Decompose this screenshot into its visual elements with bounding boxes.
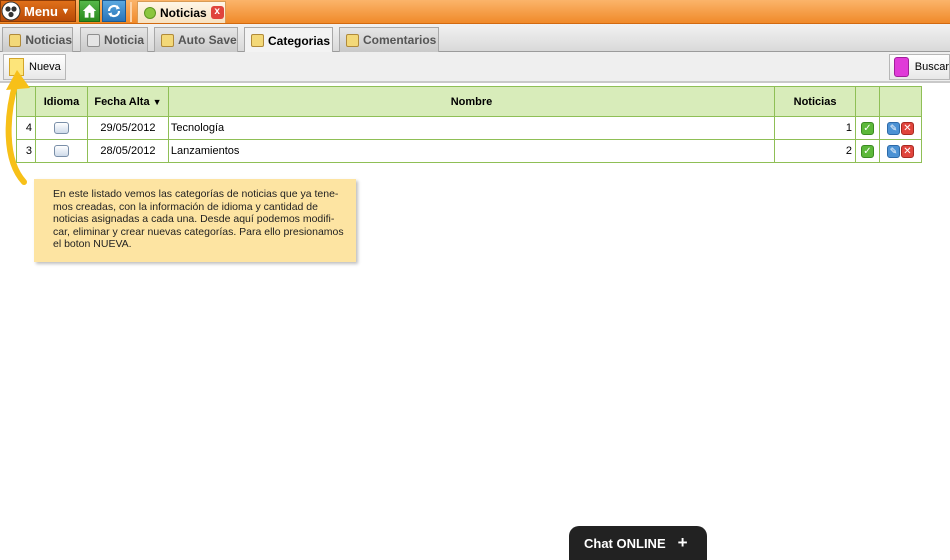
check-icon[interactable]: ✓ — [861, 121, 874, 135]
edit-icon[interactable]: ✎ — [887, 121, 900, 135]
news-module-icon — [144, 6, 156, 19]
language-flag-icon — [53, 122, 69, 135]
tab-label: Noticias — [25, 33, 72, 47]
table-row: 3 28/05/2012 Lanzamientos 2 ✓ ✎ ✕ — [16, 139, 922, 163]
search-button-label: Buscar — [914, 61, 949, 73]
tab-label: Categorias — [268, 33, 331, 48]
search-button[interactable]: Buscar — [889, 54, 950, 80]
plus-icon: + — [677, 533, 688, 552]
app-logo-icon — [1, 1, 21, 21]
column-header-noticias[interactable]: Noticias — [774, 86, 857, 117]
tab-comentarios[interactable]: Comentarios — [339, 27, 439, 52]
comment-icon — [346, 33, 359, 47]
language-flag-icon — [53, 145, 69, 158]
count-cell: 1 — [774, 116, 857, 140]
table-row: 4 29/05/2012 Tecnología 1 ✓ ✎ ✕ — [16, 116, 922, 140]
tooltip-line: En este listado vemos las categorías de … — [53, 188, 339, 200]
delete-icon[interactable]: ✕ — [901, 144, 914, 158]
chevron-down-icon: ▼ — [60, 6, 70, 16]
menu-label: Menu — [24, 3, 58, 19]
close-icon[interactable]: x — [210, 6, 224, 19]
sort-desc-icon: ▼ — [152, 96, 162, 107]
tab-label: Comentarios — [363, 33, 437, 47]
top-bar: Menu ▼ Noticias x — [0, 0, 950, 24]
table-header-row: Idioma Fecha Alta ▼ Nombre Noticias — [16, 86, 922, 117]
tab-noticia[interactable]: Noticia — [80, 27, 148, 52]
edit-icon[interactable]: ✎ — [887, 144, 900, 158]
app-tab-noticias[interactable]: Noticias x — [137, 1, 226, 23]
home-button[interactable] — [79, 0, 100, 22]
column-header-fecha-alta[interactable]: Fecha Alta ▼ — [86, 86, 169, 117]
tab-label: Auto Save — [178, 33, 237, 47]
actions-cell: ✎ ✕ — [879, 139, 922, 163]
toolbar: Nueva Buscar — [0, 52, 950, 83]
tooltip-line: mos creadas, con la información de idiom… — [53, 200, 318, 213]
delete-icon[interactable]: ✕ — [901, 121, 914, 135]
tooltip-line: car, eliminar y crear nuevas categorías.… — [53, 225, 344, 238]
column-header-actions — [879, 86, 922, 117]
app-tab-label: Noticias — [160, 5, 207, 20]
check-icon[interactable]: ✓ — [861, 144, 874, 158]
chat-label: Chat ONLINE — [584, 535, 666, 551]
column-header-nombre[interactable]: Nombre — [167, 86, 776, 117]
chat-online-button[interactable]: Chat ONLINE + — [569, 526, 707, 560]
column-header-active — [855, 86, 880, 117]
actions-cell: ✎ ✕ — [879, 116, 922, 140]
refresh-icon — [107, 4, 121, 18]
save-icon — [161, 33, 174, 47]
tab-label: Noticia — [104, 33, 145, 47]
date-cell: 29/05/2012 — [86, 116, 169, 140]
section-tabs: Noticias Noticia Auto Save Categorias Co… — [0, 24, 950, 53]
categories-table: Idioma Fecha Alta ▼ Nombre Noticias 4 29/… — [16, 86, 922, 163]
active-cell: ✓ — [855, 116, 880, 140]
help-tooltip: En este listado vemos las categorías de … — [34, 179, 356, 262]
active-cell: ✓ — [855, 139, 880, 163]
column-header-fecha-alta-label: Fecha Alta — [94, 95, 150, 108]
tab-categorias[interactable]: Categorias — [244, 27, 333, 53]
home-icon — [82, 4, 97, 18]
guide-arrow-icon — [5, 70, 30, 185]
refresh-button[interactable] — [102, 0, 126, 22]
document-icon — [87, 33, 100, 47]
tooltip-line: noticias asignadas a cada una. Desde aqu… — [53, 213, 335, 226]
name-cell: Lanzamientos — [167, 139, 776, 163]
tab-noticias[interactable]: Noticias — [2, 27, 73, 52]
toolbar-separator — [130, 2, 132, 22]
date-cell: 28/05/2012 — [86, 139, 169, 163]
tooltip-line: el boton NUEVA. — [53, 238, 132, 251]
list-icon — [9, 33, 22, 47]
menu-button[interactable]: Menu ▼ — [0, 0, 76, 22]
folder-icon — [251, 34, 264, 47]
search-icon — [894, 57, 909, 77]
tab-auto-save[interactable]: Auto Save — [154, 27, 238, 52]
count-cell: 2 — [774, 139, 857, 163]
name-cell: Tecnología — [167, 116, 776, 140]
